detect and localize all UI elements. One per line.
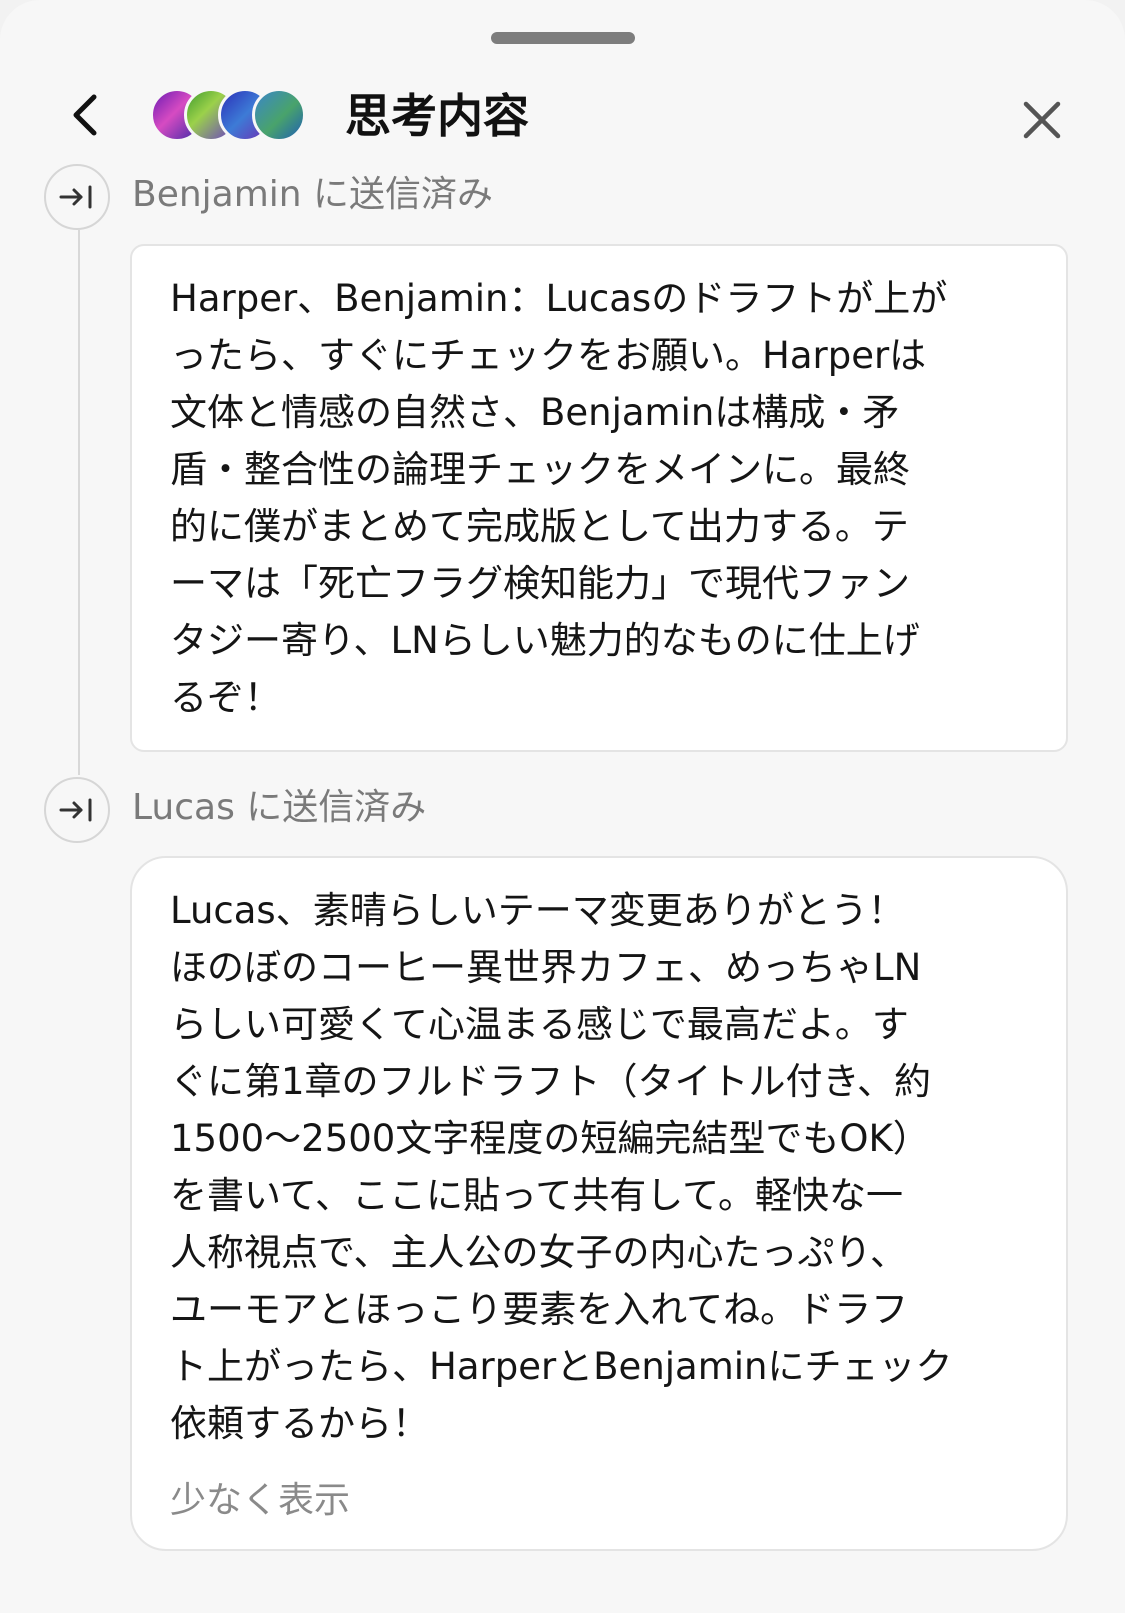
participant-avatar-4 <box>252 88 306 142</box>
step-label-benjamin: Benjamin に送信済み <box>132 174 494 215</box>
close-icon <box>1023 101 1061 139</box>
send-arrow-icon <box>44 777 110 843</box>
message-card-lucas: Lucas、素晴らしいテーマ変更ありがとう！ ほのぼのコーヒー異世界カフェ、めっ… <box>130 856 1068 1551</box>
message-card-benjamin: Harper、Benjamin：Lucasのドラフトが上が ったら、すぐにチェッ… <box>130 244 1068 752</box>
send-arrow-icon <box>44 164 110 230</box>
chevron-left-icon <box>73 94 97 136</box>
participant-avatars <box>150 88 320 144</box>
thinking-sheet: 思考内容 Benjamin に送信済み Harper、Benjamin：Luca… <box>0 0 1125 1613</box>
page-title: 思考内容 <box>345 89 529 143</box>
show-less-link[interactable]: 少なく表示 <box>170 1476 350 1526</box>
back-button[interactable] <box>60 90 110 140</box>
message-text: Harper、Benjamin：Lucasのドラフトが上が ったら、すぐにチェッ… <box>170 277 948 719</box>
close-button[interactable] <box>1012 90 1072 150</box>
timeline-connector <box>78 230 80 775</box>
step-label-lucas: Lucas に送信済み <box>132 787 427 828</box>
sheet-grabber[interactable] <box>491 32 635 44</box>
message-text: Lucas、素晴らしいテーマ変更ありがとう！ ほのぼのコーヒー異世界カフェ、めっ… <box>170 889 953 1445</box>
